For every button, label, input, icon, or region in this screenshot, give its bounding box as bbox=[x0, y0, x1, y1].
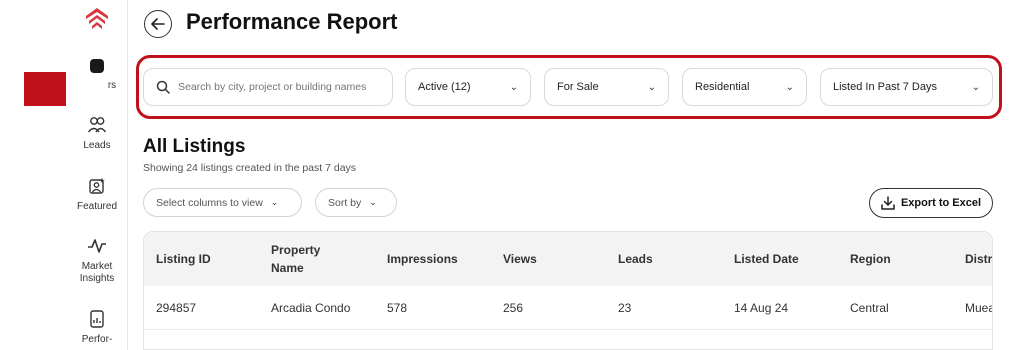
sidebar-item-label: Perfor- bbox=[81, 334, 113, 345]
listings-table: Listing ID Property Name Impressions Vie… bbox=[143, 231, 993, 350]
sidebar-item-listings[interactable]: rs bbox=[66, 54, 128, 92]
listing-type-dropdown[interactable]: For Sale ⌄ bbox=[544, 68, 669, 106]
sidebar-item-performance[interactable]: Perfor- bbox=[66, 308, 128, 346]
cell-region: Central bbox=[850, 301, 889, 315]
search-input[interactable] bbox=[178, 81, 378, 93]
listings-icon bbox=[86, 54, 108, 76]
select-columns-button[interactable]: Select columns to view ⌄ bbox=[143, 188, 302, 217]
export-label: Export to Excel bbox=[900, 197, 982, 209]
report-icon bbox=[86, 308, 108, 330]
trend-icon bbox=[86, 235, 108, 257]
column-header-views[interactable]: Views bbox=[503, 232, 537, 286]
featured-icon bbox=[86, 175, 108, 197]
sort-by-button[interactable]: Sort by ⌄ bbox=[315, 188, 397, 217]
column-header-region[interactable]: Region bbox=[850, 232, 891, 286]
search-icon bbox=[156, 80, 170, 94]
cell-listed-date: 14 Aug 24 bbox=[734, 301, 789, 315]
sidebar-item-featured[interactable]: Featured bbox=[66, 175, 128, 213]
column-header-listed-date[interactable]: Listed Date bbox=[734, 232, 799, 286]
sidebar-item-label: rs bbox=[107, 80, 117, 91]
back-button[interactable] bbox=[144, 10, 172, 38]
table-header: Listing ID Property Name Impressions Vie… bbox=[144, 232, 992, 286]
sidebar-item-leads[interactable]: Leads bbox=[66, 114, 128, 152]
arrow-left-icon bbox=[151, 18, 165, 30]
users-icon bbox=[86, 114, 108, 136]
column-header-leads[interactable]: Leads bbox=[618, 232, 653, 286]
cell-listing-id: 294857 bbox=[156, 301, 197, 315]
chevron-down-icon: ⌄ bbox=[369, 197, 377, 207]
select-columns-label: Select columns to view bbox=[156, 196, 263, 209]
chevron-down-icon: ⌄ bbox=[785, 81, 794, 93]
sidebar: rs Leads Featured Market Insights Perfor… bbox=[66, 0, 128, 350]
search-field[interactable] bbox=[143, 68, 393, 106]
table-row[interactable] bbox=[144, 331, 992, 349]
column-header-impressions[interactable]: Impressions bbox=[387, 232, 458, 286]
property-type-dropdown[interactable]: Residential ⌄ bbox=[682, 68, 807, 106]
brand-logo-icon bbox=[86, 8, 108, 29]
cell-leads: 23 bbox=[618, 301, 632, 315]
section-title: All Listings bbox=[143, 136, 246, 157]
cell-views: 256 bbox=[503, 301, 524, 315]
cell-impressions: 578 bbox=[387, 301, 408, 315]
status-dropdown[interactable]: Active (12) ⌄ bbox=[405, 68, 531, 106]
date-range-dropdown-value: Listed In Past 7 Days bbox=[833, 81, 937, 93]
chevron-down-icon: ⌄ bbox=[270, 197, 279, 207]
sort-by-label: Sort by bbox=[328, 196, 362, 209]
column-header-listing-id[interactable]: Listing ID bbox=[156, 232, 211, 286]
chevron-down-icon: ⌄ bbox=[647, 81, 656, 93]
chevron-down-icon: ⌄ bbox=[509, 81, 518, 93]
status-dropdown-value: Active (12) bbox=[418, 81, 471, 93]
cell-district: Muea bbox=[965, 301, 993, 315]
cell-property-name: Arcadia Condo bbox=[271, 301, 351, 315]
sidebar-item-label: Leads bbox=[83, 140, 111, 151]
export-to-excel-button[interactable]: Export to Excel bbox=[869, 188, 993, 218]
chevron-down-icon: ⌄ bbox=[971, 81, 980, 93]
page-title: Performance Report bbox=[186, 9, 398, 34]
download-icon bbox=[881, 196, 895, 210]
listing-type-dropdown-value: For Sale bbox=[557, 81, 599, 93]
sidebar-item-label: Market Insights bbox=[79, 261, 115, 284]
table-row[interactable]: 294857 Arcadia Condo 578 256 23 14 Aug 2… bbox=[144, 286, 993, 330]
property-type-dropdown-value: Residential bbox=[695, 81, 750, 93]
section-subtitle: Showing 24 listings created in the past … bbox=[143, 162, 357, 174]
column-header-district[interactable]: Distr bbox=[965, 232, 992, 286]
sidebar-item-market-insights[interactable]: Market Insights bbox=[66, 235, 128, 285]
column-header-property-name[interactable]: Property Name bbox=[271, 232, 320, 286]
sidebar-item-label: Featured bbox=[76, 201, 118, 212]
date-range-dropdown[interactable]: Listed In Past 7 Days ⌄ bbox=[820, 68, 993, 106]
